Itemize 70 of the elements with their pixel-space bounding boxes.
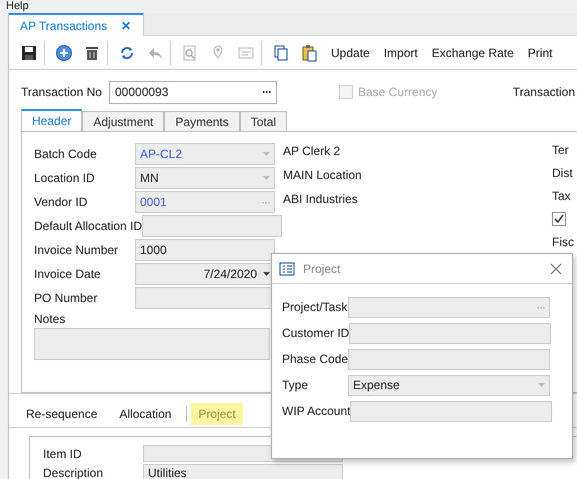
field-label: Project/Task	[282, 300, 348, 314]
tab[interactable]: Header	[21, 109, 82, 131]
field-label: Transaction	[512, 85, 576, 99]
toolbar-button[interactable]: Import	[376, 46, 425, 60]
ellipsis-icon[interactable]: ···	[262, 85, 271, 99]
copy-icon[interactable]	[272, 44, 290, 62]
checkbox[interactable]	[552, 212, 566, 226]
input-field[interactable]	[349, 322, 552, 344]
field-value: Expense	[353, 378, 400, 392]
input-field[interactable]	[142, 215, 282, 237]
field-label: Type	[282, 378, 310, 392]
checkbox-label: Base Currency	[358, 85, 438, 99]
input-field[interactable]	[348, 348, 550, 370]
field-value: AP-CL2	[140, 147, 182, 161]
field-label: Transaction No	[21, 85, 103, 99]
field-description: MAIN Location	[283, 168, 362, 182]
field-value: 1000	[140, 243, 167, 257]
input-field[interactable]: 0001 ···	[135, 191, 275, 213]
tab[interactable]: Allocation	[112, 402, 178, 424]
field-label: Item ID	[43, 446, 83, 460]
form-icon	[279, 262, 295, 276]
input-field[interactable]: 1000	[135, 239, 275, 261]
field-label: WIP Account	[282, 404, 350, 418]
field-label: Notes	[34, 312, 66, 326]
dropdown-field[interactable]: AP-CL2	[135, 143, 275, 165]
clipboard-icon[interactable]	[300, 44, 318, 62]
field-value: MN	[140, 171, 159, 185]
tab[interactable]: Total	[240, 111, 288, 131]
input-field[interactable]: Utilities	[143, 464, 343, 479]
tab[interactable]: Adjustment	[82, 111, 164, 131]
transaction-number-field[interactable]: 00000093 ···	[109, 80, 277, 104]
toolbar-button[interactable]: Exchange Rate	[424, 46, 521, 60]
field-label: Dist	[552, 166, 573, 180]
field-value: Utilities	[148, 466, 187, 479]
field-label: Ter	[552, 142, 569, 156]
close-icon[interactable]: ✕	[121, 18, 132, 32]
field-label: Invoice Date	[34, 267, 102, 281]
field-label: Invoice Number	[34, 243, 120, 257]
dialog-title: Project	[303, 262, 342, 276]
tab-title: AP Transactions	[20, 18, 108, 32]
field-label: PO Number	[34, 291, 98, 305]
input-field[interactable]	[350, 400, 552, 422]
field-description: ABI Industries	[283, 192, 358, 206]
dropdown-field[interactable]: MN	[135, 167, 275, 189]
dropdown-field[interactable]: Expense	[348, 374, 550, 396]
field-value: 7/24/2020	[204, 267, 257, 281]
toolbar-button[interactable]: Print	[520, 46, 560, 60]
save-icon[interactable]	[20, 44, 38, 62]
field-label: Tax	[552, 188, 571, 202]
tab[interactable]: Re-sequence	[19, 402, 104, 424]
field-label: Batch Code	[34, 147, 98, 161]
check-icon	[554, 214, 564, 223]
field-label: Fisc	[552, 234, 574, 248]
document-tab[interactable]: AP Transactions ✕	[9, 13, 144, 36]
field-label: Default Allocation ID	[34, 219, 142, 233]
notes-field[interactable]	[34, 328, 270, 360]
tab[interactable]: Payments	[164, 111, 240, 131]
field-label: Phase Code	[282, 352, 348, 366]
add-icon[interactable]	[55, 44, 73, 62]
menu-item[interactable]: Help	[6, 0, 29, 12]
close-icon[interactable]	[550, 262, 562, 274]
field-label: Location ID	[34, 171, 96, 185]
field-value: 00000093	[115, 85, 168, 99]
field-value: 0001	[140, 195, 167, 209]
field-label: Description	[43, 466, 104, 479]
field-description: AP Clerk 2	[283, 144, 340, 158]
field-label: Vendor ID	[34, 195, 88, 209]
dropdown-arrow-icon[interactable]	[263, 272, 270, 276]
field-label: Customer ID	[282, 326, 350, 340]
toolbar-button[interactable]: Update	[324, 46, 377, 60]
